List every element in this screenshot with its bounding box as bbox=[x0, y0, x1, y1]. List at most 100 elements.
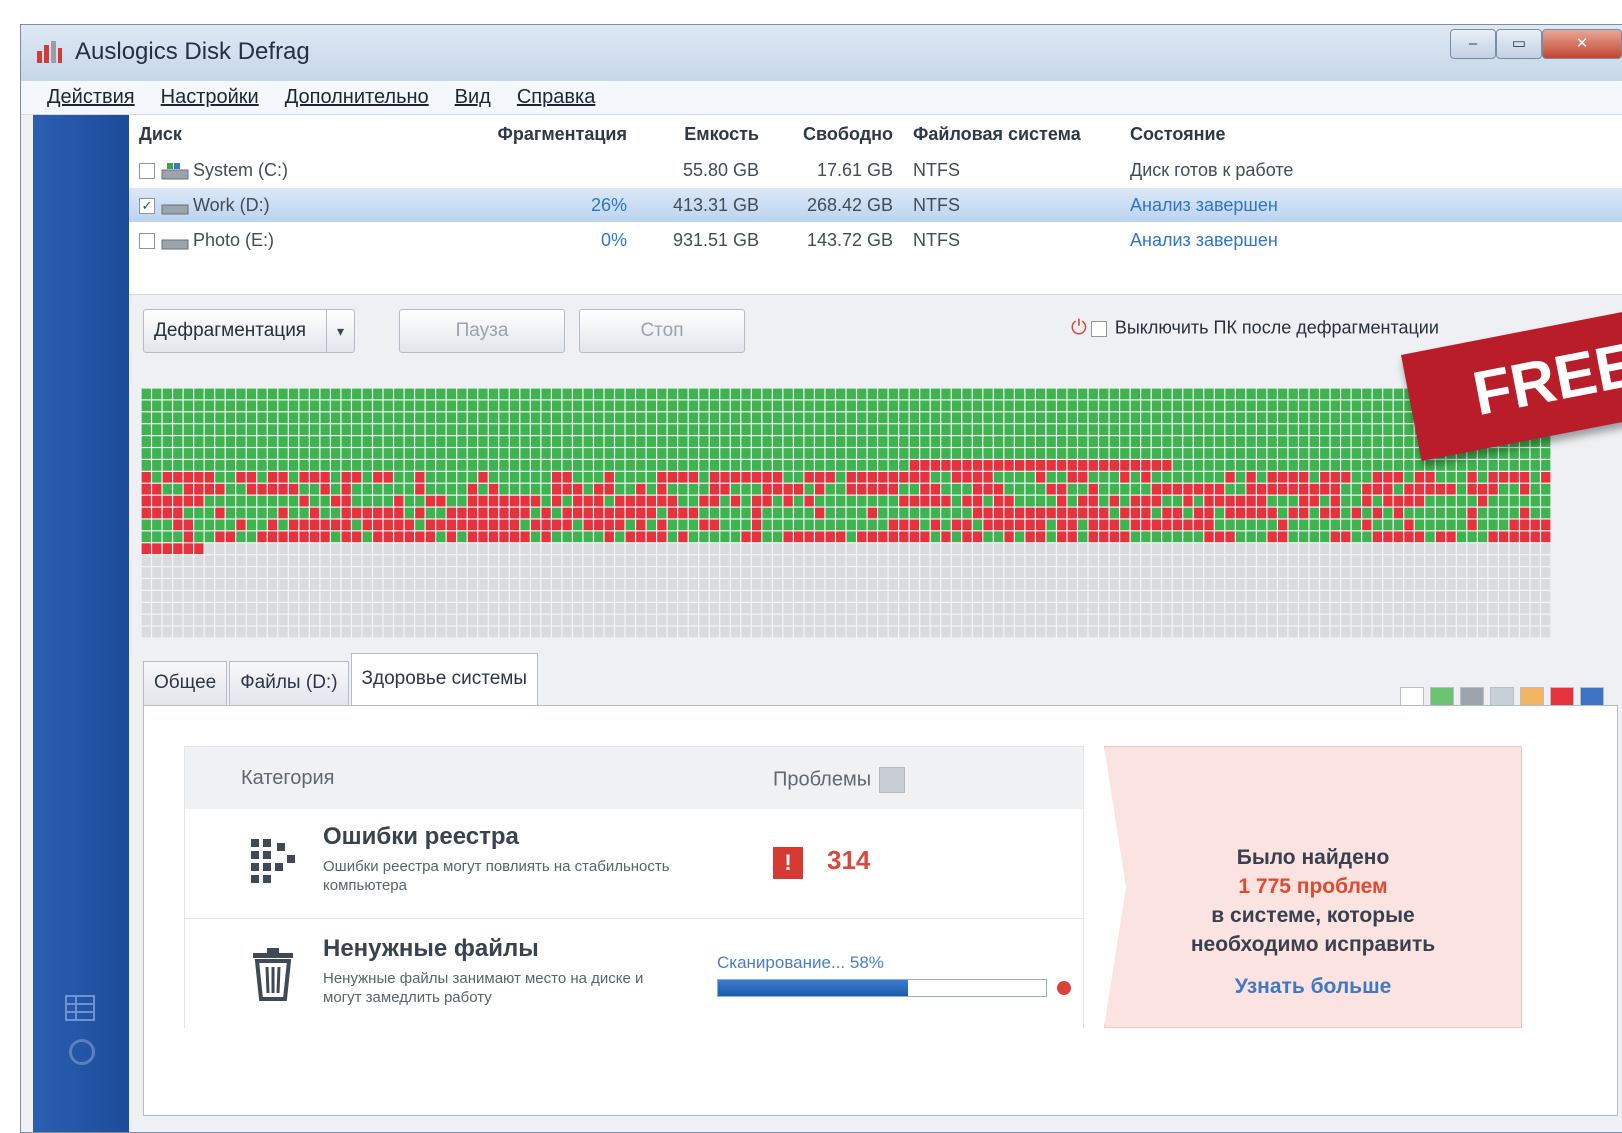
learn-more-link[interactable]: Узнать больше bbox=[1235, 975, 1392, 999]
header-disk[interactable]: Диск bbox=[139, 117, 182, 151]
maximize-button[interactable]: ▭ bbox=[1496, 29, 1542, 59]
disk-row-e[interactable]: Photo (E:) 0% 931.51 GB 143.72 GB NTFS А… bbox=[129, 223, 1622, 257]
pause-button[interactable]: Пауза bbox=[399, 309, 565, 353]
cluster-cell bbox=[478, 412, 488, 424]
cluster-cell bbox=[730, 424, 741, 436]
menu-view[interactable]: Вид bbox=[455, 86, 491, 109]
cluster-cell bbox=[562, 460, 572, 471]
cluster-cell bbox=[951, 543, 962, 555]
cluster-cell bbox=[1078, 531, 1088, 543]
cluster-cell bbox=[615, 436, 625, 447]
chevron-down-icon[interactable]: ▾ bbox=[326, 310, 354, 352]
cluster-cell bbox=[1267, 602, 1277, 614]
registry-row[interactable]: Ошибки реестра Ошибки реестра могут повл… bbox=[185, 809, 1083, 919]
cluster-cell bbox=[1183, 400, 1193, 412]
cluster-cell bbox=[1414, 460, 1425, 471]
cluster-cell bbox=[341, 424, 351, 436]
cluster-cell bbox=[1225, 614, 1235, 626]
menu-actions[interactable]: Действия bbox=[47, 86, 135, 109]
cluster-cell bbox=[909, 388, 920, 400]
cluster-cell bbox=[573, 602, 583, 614]
tab-general[interactable]: Общее bbox=[143, 661, 228, 705]
disk-row-d[interactable]: ✓ Work (D:) 26% 413.31 GB 268.42 GB NTFS … bbox=[129, 188, 1622, 222]
cluster-cell bbox=[183, 531, 194, 543]
disk-checkbox[interactable]: ✓ bbox=[139, 198, 155, 215]
minimize-button[interactable]: – bbox=[1450, 29, 1496, 59]
cluster-cell bbox=[562, 471, 572, 483]
cluster-cell bbox=[646, 388, 656, 400]
cluster-cell bbox=[141, 495, 151, 507]
cluster-cell bbox=[1520, 495, 1530, 507]
cluster-cell bbox=[215, 495, 225, 507]
header-filesystem[interactable]: Файловая система bbox=[913, 117, 1081, 151]
cluster-cell bbox=[1256, 400, 1267, 412]
disk-row-c[interactable]: System (C:) 55.80 GB 17.61 GB NTFS Диск … bbox=[129, 153, 1622, 187]
cluster-cell bbox=[720, 507, 730, 519]
cluster-cell bbox=[783, 555, 793, 566]
cluster-cell bbox=[162, 531, 172, 543]
cluster-cell bbox=[962, 495, 972, 507]
menu-advanced[interactable]: Дополнительно bbox=[285, 86, 429, 109]
cluster-cell bbox=[236, 471, 246, 483]
cluster-cell bbox=[1383, 400, 1393, 412]
cluster-cell bbox=[215, 614, 225, 626]
disk-checkbox[interactable] bbox=[139, 233, 155, 250]
cluster-cell bbox=[331, 614, 341, 626]
cluster-cell bbox=[373, 507, 383, 519]
junk-files-row[interactable]: Ненужные файлы Ненужные файлы занимают м… bbox=[185, 921, 1083, 1031]
tab-files[interactable]: Файлы (D:) bbox=[229, 661, 349, 705]
defrag-button[interactable]: Дефрагментация ▾ bbox=[143, 309, 355, 353]
cancel-scan-icon[interactable] bbox=[1057, 981, 1071, 995]
cluster-cell bbox=[1120, 412, 1130, 424]
disk-state: Диск готов к работе bbox=[1130, 160, 1294, 180]
cluster-cell bbox=[1351, 602, 1361, 614]
menu-help[interactable]: Справка bbox=[517, 86, 595, 109]
cluster-cell bbox=[646, 400, 656, 412]
cluster-cell bbox=[646, 519, 656, 531]
cluster-cell bbox=[688, 495, 699, 507]
header-state[interactable]: Состояние bbox=[1130, 117, 1226, 151]
stop-button[interactable]: Стоп bbox=[579, 309, 745, 353]
cluster-cell bbox=[604, 424, 614, 436]
cluster-cell bbox=[867, 590, 877, 602]
cluster-cell bbox=[257, 614, 267, 626]
cluster-cell bbox=[331, 436, 341, 447]
header-fragmentation[interactable]: Фрагментация bbox=[439, 117, 627, 151]
close-button[interactable]: ✕ bbox=[1542, 29, 1622, 59]
cluster-cell bbox=[846, 555, 856, 566]
cluster-cell bbox=[267, 400, 278, 412]
grid-icon[interactable] bbox=[65, 995, 95, 1021]
cluster-cell bbox=[1151, 436, 1162, 447]
cluster-cell bbox=[930, 626, 941, 638]
cluster-cell bbox=[846, 626, 856, 638]
menu-settings[interactable]: Настройки bbox=[161, 86, 259, 109]
cluster-cell bbox=[1109, 626, 1119, 638]
cluster-cell bbox=[1046, 531, 1056, 543]
cluster-cell bbox=[1225, 471, 1235, 483]
cluster-cell bbox=[1351, 400, 1361, 412]
header-capacity[interactable]: Емкость bbox=[647, 117, 759, 151]
cluster-cell bbox=[1341, 460, 1351, 471]
cluster-cell bbox=[615, 388, 625, 400]
cluster-cell bbox=[625, 448, 635, 459]
cluster-cell bbox=[941, 495, 951, 507]
back-icon[interactable] bbox=[69, 1039, 95, 1065]
disk-free: 268.42 GB bbox=[806, 195, 893, 215]
shutdown-checkbox[interactable] bbox=[1090, 320, 1107, 337]
cluster-cell bbox=[730, 400, 741, 412]
cluster-cell bbox=[183, 424, 194, 436]
cluster-cell bbox=[930, 471, 941, 483]
shutdown-option[interactable]: ⏻ Выключить ПК после дефрагментации bbox=[1071, 317, 1439, 340]
cluster-cell bbox=[783, 590, 793, 602]
cluster-cell bbox=[341, 448, 351, 459]
tab-system-health[interactable]: Здоровье системы bbox=[350, 653, 539, 705]
cluster-cell bbox=[709, 460, 720, 471]
cluster-cell bbox=[983, 602, 993, 614]
cluster-cell bbox=[573, 460, 583, 471]
cluster-cell bbox=[1414, 590, 1425, 602]
cluster-cell bbox=[888, 471, 899, 483]
cluster-cell bbox=[815, 590, 825, 602]
disk-checkbox[interactable] bbox=[139, 163, 155, 180]
cluster-cell bbox=[1172, 567, 1183, 578]
header-free[interactable]: Свободно bbox=[781, 117, 893, 151]
